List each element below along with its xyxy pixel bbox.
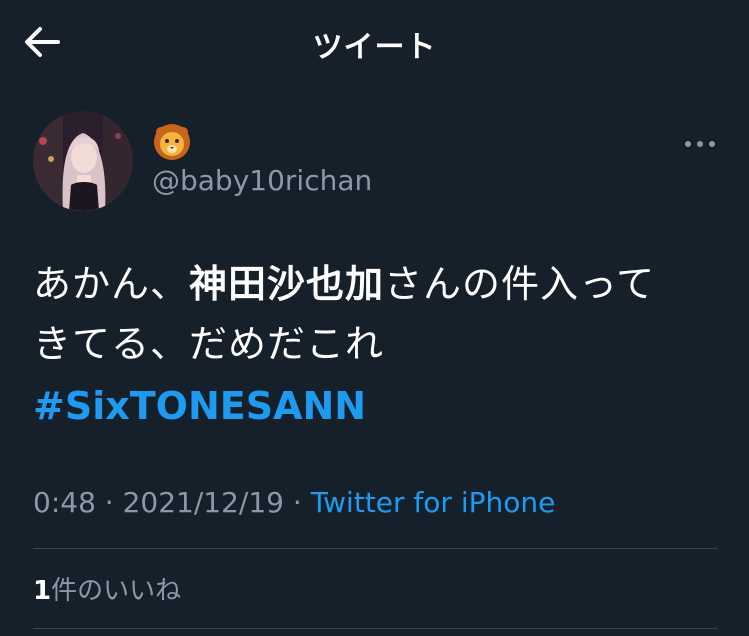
lion-face-emoji	[154, 124, 190, 160]
author-handle[interactable]: @baby10richan	[152, 164, 372, 197]
avatar[interactable]	[33, 111, 133, 211]
tweet-metadata: 0:48 · 2021/12/19 · Twitter for iPhone	[33, 486, 555, 519]
likes-count: 1	[33, 576, 52, 606]
meta-separator: ·	[95, 486, 123, 519]
tweet-text-part1: あかん、	[33, 262, 190, 306]
meta-separator: ·	[283, 486, 311, 519]
tweet-text: あかん、神田沙也加さんの件入って きてる、だめだこれ	[33, 254, 723, 374]
divider	[33, 628, 718, 629]
divider	[33, 548, 718, 549]
likes-label: 件のいいね	[51, 576, 182, 606]
page-title: ツイート	[312, 30, 437, 65]
tweet-text-part2: さんの件入って	[384, 262, 656, 306]
likes-summary[interactable]: 1件のいいね	[33, 570, 181, 607]
avatar-image	[33, 111, 133, 211]
tweet-detail-screen: ツイート @baby10richan あかん、神田沙也加さんの件入って きてる、…	[0, 0, 749, 636]
tweet-date: 2021/12/19	[122, 486, 284, 519]
tweet-source-link[interactable]: Twitter for iPhone	[311, 486, 556, 519]
ellipsis-icon[interactable]	[682, 134, 718, 154]
hashtag-link[interactable]: #SixTONESANN	[33, 384, 366, 428]
top-bar: ツイート	[0, 0, 749, 84]
tweet-text-bold: 神田沙也加	[189, 262, 385, 306]
tweet-text-line2: きてる、だめだこれ	[33, 322, 385, 366]
tweet-time: 0:48	[33, 486, 96, 519]
